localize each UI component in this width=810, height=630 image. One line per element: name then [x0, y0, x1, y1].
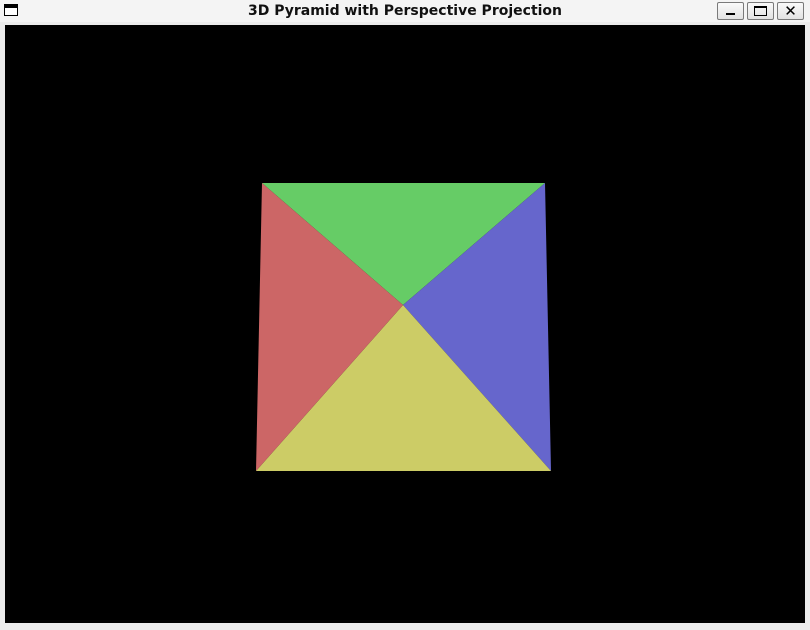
pyramid-drawing	[256, 183, 551, 471]
minimize-button[interactable]	[717, 2, 744, 20]
window-title: 3D Pyramid with Perspective Projection	[247, 3, 563, 19]
close-icon: ✕	[784, 2, 797, 20]
minimize-icon	[726, 13, 735, 15]
maximize-icon	[754, 6, 767, 16]
maximize-button[interactable]	[747, 2, 774, 20]
application-window: 3D Pyramid with Perspective Projection ✕	[0, 0, 810, 630]
close-button[interactable]: ✕	[777, 2, 804, 20]
render-canvas[interactable]	[5, 25, 805, 623]
title-bar[interactable]: 3D Pyramid with Perspective Projection ✕	[0, 0, 810, 22]
